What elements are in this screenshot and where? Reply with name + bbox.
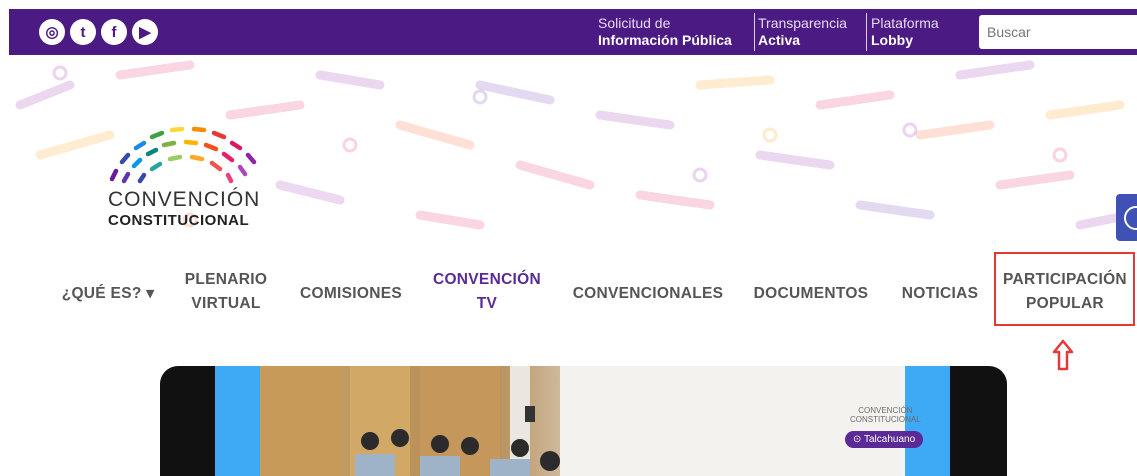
nav-item-convencion-tv[interactable]: CONVENCIÓN TV: [424, 268, 550, 316]
main-nav: ¿QUÉ ES? ▾ PLENARIO VIRTUAL COMISIONES C…: [0, 260, 1137, 340]
logo-title: CONVENCIÓN: [108, 188, 261, 211]
accessibility-icon: [1124, 206, 1137, 230]
solicitud-informacion-link[interactable]: Solicitud de Información Pública: [598, 15, 732, 49]
transparencia-activa-link[interactable]: Transparencia Activa: [758, 15, 847, 49]
nav-item-plenario-virtual[interactable]: PLENARIO VIRTUAL: [176, 268, 276, 316]
youtube-icon[interactable]: ▶: [132, 19, 158, 45]
up-arrow-icon: [1052, 339, 1074, 371]
accessibility-button[interactable]: [1116, 194, 1137, 241]
site-logo[interactable]: CONVENCIÓN CONSTITUCIONAL: [100, 115, 280, 235]
facebook-icon[interactable]: f: [101, 19, 127, 45]
location-badge: ⊙ Talcahuano: [845, 431, 924, 448]
nav-item-noticias[interactable]: NOTICIAS: [892, 282, 988, 306]
twitter-icon[interactable]: t: [70, 19, 96, 45]
video-scene: [260, 366, 900, 476]
video-watermark-logo: CONVENCIÓN CONSTITUCIONAL: [850, 406, 921, 424]
nav-item-documentos[interactable]: DOCUMENTOS: [748, 282, 874, 306]
instagram-icon[interactable]: ◎: [39, 19, 65, 45]
divider: [754, 13, 755, 51]
location-pin-icon: ⊙: [853, 434, 864, 445]
social-links: ◎ t f ▶: [39, 19, 158, 45]
top-bar: ◎ t f ▶ Solicitud de Información Pública…: [9, 9, 1137, 55]
video-frame: [260, 366, 910, 476]
divider: [866, 13, 867, 51]
search-input[interactable]: [979, 15, 1137, 49]
plataforma-lobby-link[interactable]: Plataforma Lobby: [871, 15, 939, 49]
logo-arc-icon: [109, 126, 257, 184]
nav-item-comisiones[interactable]: COMISIONES: [296, 282, 406, 306]
nav-item-que-es[interactable]: ¿QUÉ ES? ▾: [58, 282, 158, 306]
video-player[interactable]: CONVENCIÓN CONSTITUCIONAL ⊙ Talcahuano: [160, 366, 1007, 476]
logo-subtitle: CONSTITUCIONAL: [108, 212, 250, 229]
highlight-box: [994, 252, 1135, 326]
nav-item-convencionales[interactable]: CONVENCIONALES: [568, 282, 728, 306]
video-side-panel: [215, 366, 260, 476]
